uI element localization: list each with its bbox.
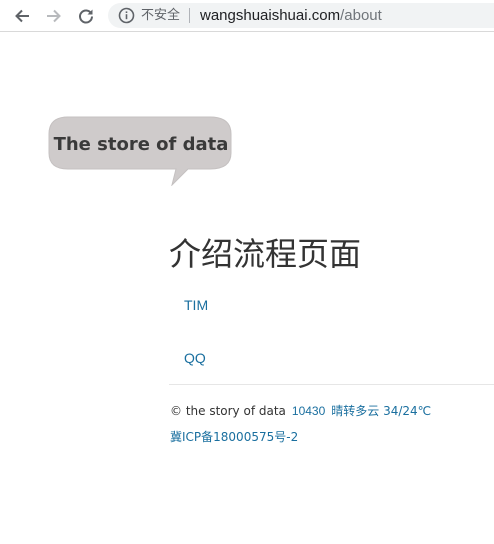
reload-button[interactable] bbox=[74, 4, 98, 28]
tim-link[interactable]: TIM bbox=[184, 297, 208, 313]
content-divider bbox=[169, 384, 494, 385]
info-icon[interactable] bbox=[118, 7, 135, 24]
address-divider bbox=[189, 8, 190, 23]
url-path: /about bbox=[340, 7, 382, 24]
icp-link[interactable]: 冀ICP备18000575号-2 bbox=[170, 430, 298, 444]
address-bar[interactable]: 不安全 wangshuaishuai.com/about bbox=[108, 3, 494, 28]
reload-icon bbox=[79, 9, 93, 24]
visit-counter[interactable]: 10430 bbox=[292, 404, 325, 418]
arrow-right-icon bbox=[47, 9, 61, 23]
back-button[interactable] bbox=[10, 4, 34, 28]
site-logo[interactable]: The store of data bbox=[48, 116, 232, 186]
arrow-left-icon bbox=[15, 9, 29, 23]
url-text: wangshuaishuai.com/about bbox=[200, 7, 382, 24]
footer-info: © the story of data 10430 晴转多云 34/24℃ bbox=[170, 404, 431, 418]
security-label: 不安全 bbox=[141, 8, 181, 23]
weather-text[interactable]: 晴转多云 34/24℃ bbox=[331, 404, 431, 418]
copyright-text: © the story of data bbox=[170, 404, 286, 418]
url-host: wangshuaishuai.com bbox=[200, 7, 341, 24]
page-title: 介绍流程页面 bbox=[169, 235, 362, 273]
browser-toolbar: 不安全 wangshuaishuai.com/about bbox=[0, 0, 494, 32]
qq-link[interactable]: QQ bbox=[184, 350, 206, 366]
logo-text: The store of data bbox=[54, 134, 229, 155]
forward-button[interactable] bbox=[42, 4, 66, 28]
